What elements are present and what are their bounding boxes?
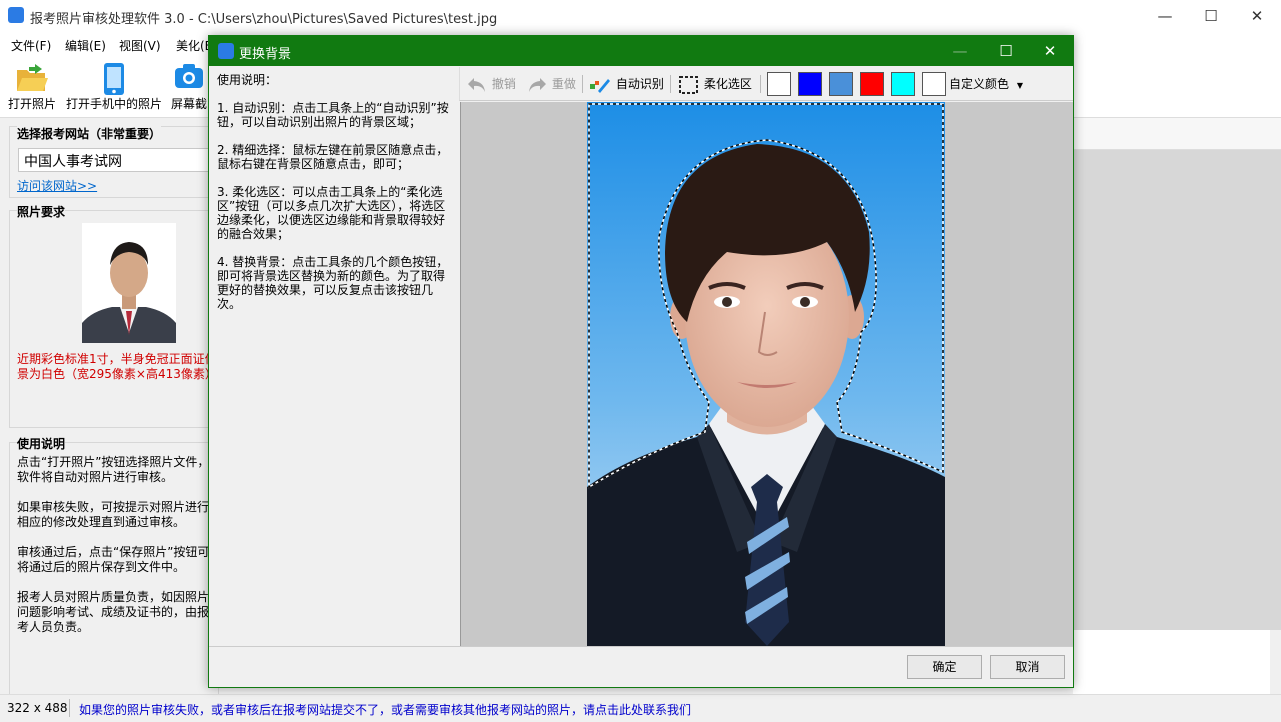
open-photo-label: 打开照片	[7, 97, 56, 111]
soften-selection-label: 柔化选区	[703, 77, 752, 91]
open-phone-photo-label: 打开手机中的照片	[65, 97, 162, 111]
requirements-text: 近期彩色标准1寸，半身免冠正面证件照片底色背景为白色（宽295像素×高413像素…	[17, 352, 217, 381]
toolbar-separator	[670, 75, 671, 93]
left-panel: 选择报考网站（非常重要） 中国人事考试网 访问该网站>> 照片要求 近期彩色标准…	[0, 118, 219, 702]
menu-edit[interactable]: 编辑(E)	[65, 37, 106, 54]
screenshot-label: 屏幕截	[170, 97, 207, 111]
dialog-toolbar: 撤销 重做 自动识别 柔化选区 自定义颜色 ▼	[459, 67, 1073, 101]
color-swatch-red[interactable]	[860, 72, 884, 96]
toolbar-separator	[760, 75, 761, 93]
undo-button[interactable]: 撤销	[466, 72, 516, 96]
sample-photo	[82, 223, 176, 343]
color-swatch-cyan[interactable]	[891, 72, 915, 96]
menu-file[interactable]: 文件(F)	[11, 37, 51, 54]
app-icon	[8, 7, 24, 23]
redo-icon	[529, 77, 546, 92]
dropdown-arrow-icon: ▼	[1016, 81, 1023, 90]
contact-link[interactable]: 如果您的照片审核失败，或者审核后在报考网站提交不了，或者需要审核其他报考网站的照…	[79, 701, 691, 718]
custom-color-dropdown[interactable]: 自定义颜色 ▼	[949, 72, 1023, 96]
dialog-footer: 确定 取消	[209, 646, 1073, 687]
close-button[interactable]: ✕	[1234, 0, 1280, 32]
right-strip	[1073, 118, 1281, 150]
change-background-dialog: 更换背景 — ☐ ✕ 使用说明： 1. 自动识别：点击工具条上的“自动识别”按钮…	[208, 35, 1074, 688]
site-select[interactable]: 中国人事考试网	[18, 148, 218, 172]
redo-label: 重做	[551, 77, 576, 91]
vertical-scrollbar[interactable]	[1270, 630, 1281, 694]
color-swatch-custom[interactable]	[922, 72, 946, 96]
undo-label: 撤销	[491, 77, 516, 91]
site-title: 选择报考网站（非常重要）	[17, 125, 162, 142]
auto-detect-button[interactable]: 自动识别	[588, 72, 664, 96]
usage-text: 点击“打开照片”按钮选择照片文件，软件将自动对照片进行审核。 如果审核失败，可按…	[17, 455, 210, 634]
screenshot-button[interactable]: 屏幕截	[168, 56, 210, 118]
folder-open-icon	[17, 64, 48, 91]
dialog-title: 更换背景	[239, 47, 292, 62]
redo-button[interactable]: 重做	[526, 72, 576, 96]
open-photo-button[interactable]: 打开照片	[4, 56, 60, 118]
dialog-titlebar: 更换背景 — ☐ ✕	[209, 36, 1073, 66]
custom-color-label: 自定义颜色	[949, 77, 1010, 91]
phone-icon	[104, 63, 124, 95]
color-swatch-blue[interactable]	[798, 72, 822, 96]
requirements-title: 照片要求	[17, 203, 66, 220]
image-size: 322 x 488	[7, 701, 68, 715]
edited-photo[interactable]	[587, 102, 945, 646]
visit-site-link[interactable]: 访问该网站>>	[17, 177, 97, 194]
window-title: 报考照片审核处理软件 3.0 - C:\Users\zhou\Pictures\…	[30, 12, 498, 27]
usage-title: 使用说明	[17, 435, 66, 452]
auto-detect-label: 自动识别	[615, 77, 664, 91]
camera-icon	[175, 64, 203, 88]
selection-marquee-icon	[679, 75, 698, 94]
menu-view[interactable]: 视图(V)	[119, 37, 161, 54]
minimize-button[interactable]: —	[1142, 0, 1188, 32]
dialog-close-button[interactable]: ✕	[1027, 36, 1073, 66]
dialog-minimize-button[interactable]: —	[937, 36, 983, 66]
photo-canvas[interactable]	[460, 102, 1073, 646]
toolbar-separator	[582, 75, 583, 93]
magic-wand-icon	[590, 78, 610, 93]
main-titlebar: 报考照片审核处理软件 3.0 - C:\Users\zhou\Pictures\…	[0, 0, 1281, 32]
status-separator	[69, 699, 70, 717]
dialog-app-icon	[218, 43, 234, 59]
color-swatch-white[interactable]	[767, 72, 791, 96]
undo-icon	[468, 77, 485, 92]
ok-button[interactable]: 确定	[907, 655, 982, 679]
open-phone-photo-button[interactable]: 打开手机中的照片	[64, 56, 164, 118]
maximize-button[interactable]: ☐	[1188, 0, 1234, 32]
statusbar: 322 x 488 如果您的照片审核失败，或者审核后在报考网站提交不了，或者需要…	[0, 694, 1281, 722]
soften-selection-button[interactable]: 柔化选区	[678, 72, 752, 96]
cancel-button[interactable]: 取消	[990, 655, 1065, 679]
right-bottom-area	[1073, 630, 1281, 694]
dialog-instructions: 使用说明： 1. 自动识别：点击工具条上的“自动识别”按钮，可以自动识别出照片的…	[209, 66, 459, 646]
dialog-maximize-button[interactable]: ☐	[983, 36, 1029, 66]
color-swatch-light-blue[interactable]	[829, 72, 853, 96]
right-workspace	[1073, 150, 1281, 630]
